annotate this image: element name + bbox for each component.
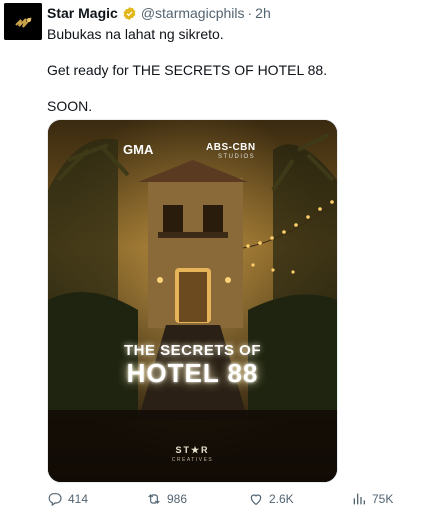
abs-cbn-studios-label: STUDIOS: [218, 154, 256, 160]
poster-title-small: THE SECRETS OF: [123, 342, 261, 359]
views-button[interactable]: 75K: [351, 487, 393, 511]
tweet-line: Get ready for THE SECRETS OF HOTEL 88.: [47, 62, 328, 78]
author-handle[interactable]: @starmagicphils: [141, 5, 245, 21]
tweet-line: SOON.: [47, 98, 93, 114]
poster-title-large: HOTEL 88: [126, 358, 259, 388]
repost-button[interactable]: 986: [146, 487, 187, 511]
media-image[interactable]: GMA ABS-CBN STUDIOS THE SECRETS OF HOTEL…: [47, 119, 338, 483]
author-name[interactable]: Star Magic: [47, 5, 118, 21]
views-count: 75K: [372, 492, 394, 506]
like-button[interactable]: 2.6K: [248, 487, 294, 511]
views-icon: [353, 493, 365, 505]
tweet-text: Bubukas na lahat ng sikreto. Get ready f…: [47, 24, 327, 116]
star-creatives-logo: ST★R: [175, 445, 210, 455]
reply-count: 414: [68, 492, 89, 506]
action-bar: 414 986 2.6K 75K: [0, 487, 441, 511]
tweet-header: Star Magic @starmagicphils · 2h: [47, 4, 271, 22]
tweet[interactable]: Star Magic @starmagicphils · 2h Bubukas …: [0, 0, 441, 515]
star-creatives-label: CREATIVES: [171, 457, 214, 463]
reply-button[interactable]: 414: [47, 487, 88, 511]
separator: ·: [247, 5, 253, 21]
verified-badge-icon[interactable]: [122, 6, 137, 21]
poster-artwork: [48, 120, 337, 482]
star-magic-logo-icon: [4, 3, 42, 40]
repost-icon: [148, 494, 160, 504]
timestamp[interactable]: 2h: [255, 5, 271, 21]
reply-icon: [48, 493, 62, 507]
repost-count: 986: [167, 492, 188, 506]
avatar[interactable]: [4, 3, 42, 40]
like-count: 2.6K: [269, 492, 294, 506]
gma-logo: GMA: [123, 142, 154, 157]
tweet-line: Bubukas na lahat ng sikreto.: [47, 26, 224, 42]
abs-cbn-logo: ABS-CBN: [206, 142, 256, 153]
like-icon: [250, 494, 262, 506]
